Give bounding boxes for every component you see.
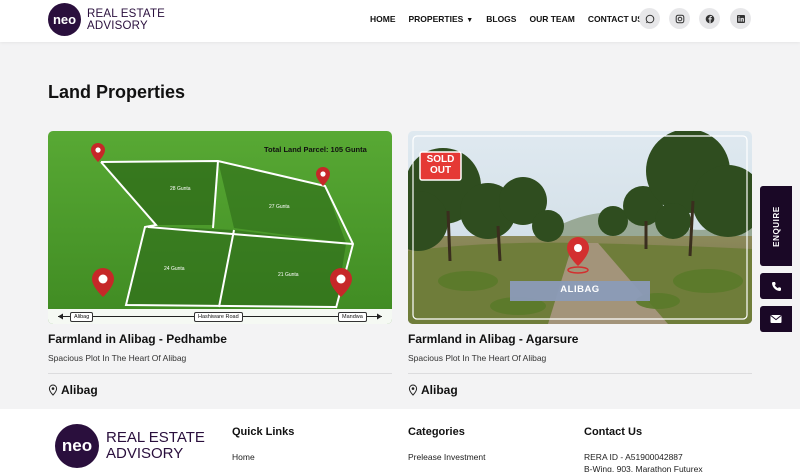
email-button[interactable] (760, 306, 792, 332)
property-title[interactable]: Farmland in Alibag - Agarsure (408, 332, 578, 346)
plot-label: 28 Gunta (170, 186, 191, 192)
property-location-label: Alibag (421, 383, 458, 397)
instagram-icon[interactable] (669, 8, 690, 29)
brand-line-2: ADVISORY (87, 20, 148, 32)
nav-properties[interactable]: PROPERTIES ▼ (409, 14, 474, 24)
sold-out-badge-line2: OUT (429, 165, 452, 176)
plot-label: 21 Gunta (278, 272, 299, 278)
location-pin-icon (567, 237, 589, 274)
place-banner: ALIBAG (560, 284, 600, 295)
main-nav: HOME PROPERTIES ▼ BLOGS OUR TEAM CONTACT … (370, 14, 656, 24)
enquire-button[interactable]: ENQUIRE (760, 186, 792, 266)
property-subtitle: Spacious Plot In The Heart Of Alibag (48, 353, 187, 363)
brand-line-1: REAL ESTATE (87, 8, 166, 20)
card-divider (48, 373, 392, 374)
nav-contact-us[interactable]: CONTACT US (588, 14, 643, 24)
contact-heading: Contact Us (584, 426, 643, 438)
property-location-label: Alibag (61, 383, 98, 397)
brand-logo-mark[interactable]: neo (48, 3, 81, 36)
property-subtitle: Spacious Plot In The Heart Of Alibag (408, 353, 547, 363)
phone-icon (771, 281, 781, 291)
rera-id: RERA ID - A51900042887 (584, 452, 683, 462)
map-pin-icon (48, 384, 58, 396)
page-title: Land Properties (48, 82, 186, 102)
site-footer: neo REAL ESTATE ADVISORY Quick Links Hom… (0, 409, 800, 472)
facebook-icon[interactable] (699, 8, 720, 29)
plot-label: 27 Gunta (269, 204, 290, 210)
footer-category-prelease[interactable]: Prelease Investment (408, 452, 485, 462)
categories-heading: Categories (408, 426, 465, 438)
property-card-agarsure[interactable]: SOLD OUT ALIBAG Farmland in Alibag - Aga… (408, 131, 752, 409)
phone-button[interactable] (760, 273, 792, 299)
property-location: Alibag (408, 383, 458, 397)
sold-out-badge-line1: SOLD (426, 154, 455, 165)
footer-brand-line-1: REAL ESTATE (106, 429, 205, 446)
map-pin-icon (408, 384, 418, 396)
footer-brand-line-2: ADVISORY (106, 445, 184, 462)
chevron-down-icon: ▼ (466, 17, 474, 24)
road-label-hashiware: Hashiware Road (194, 312, 243, 322)
site-header: neo REAL ESTATE ADVISORY HOME PROPERTIES… (0, 0, 800, 42)
parcel-total-label: Total Land Parcel: 105 Gunta (264, 145, 367, 154)
footer-logo-text[interactable]: REAL ESTATE ADVISORY (106, 430, 205, 462)
nav-blogs[interactable]: BLOGS (486, 14, 516, 24)
road-label-alibag: Alibag (70, 312, 94, 322)
property-card-pedhambe[interactable]: Total Land Parcel: 105 Gunta 28 Gunta 27… (48, 131, 392, 409)
road-label-mandwa: Mandwa (338, 312, 367, 322)
quick-links-heading: Quick Links (232, 426, 295, 438)
nav-home[interactable]: HOME (370, 14, 396, 24)
sold-out-badge: SOLD OUT (420, 154, 461, 176)
footer-logo-mark[interactable]: neo (55, 424, 99, 468)
property-location: Alibag (48, 383, 98, 397)
footer-link-home[interactable]: Home (232, 452, 255, 462)
nav-properties-label: PROPERTIES (408, 14, 464, 24)
property-image-agarsure[interactable]: SOLD OUT ALIBAG (408, 131, 752, 324)
card-divider (408, 373, 752, 374)
contact-address: B-Wing, 903, Marathon Futurex (584, 464, 703, 472)
whatsapp-icon[interactable] (639, 8, 660, 29)
property-image-pedhambe[interactable]: Total Land Parcel: 105 Gunta 28 Gunta 27… (48, 131, 392, 324)
plot-label: 24 Gunta (164, 266, 185, 272)
enquire-label: ENQUIRE (771, 205, 781, 247)
linkedin-icon[interactable] (730, 8, 751, 29)
nav-our-team[interactable]: OUR TEAM (529, 14, 574, 24)
envelope-icon (770, 315, 782, 323)
brand-logo-text[interactable]: REAL ESTATE ADVISORY (87, 8, 165, 32)
property-title[interactable]: Farmland in Alibag - Pedhambe (48, 332, 227, 346)
